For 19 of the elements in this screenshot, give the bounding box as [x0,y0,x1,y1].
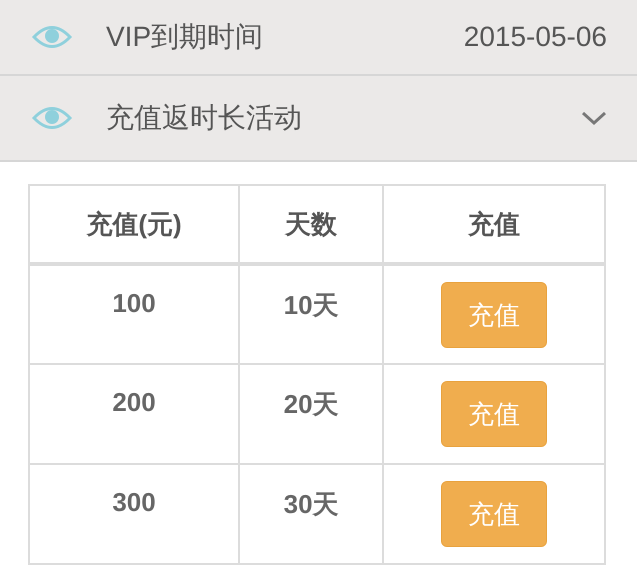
amount-text: 100 [112,288,156,318]
promotion-header[interactable]: 充值返时长活动 [0,76,637,162]
days-text: 20天 [284,389,339,419]
eye-icon [32,105,72,131]
promotion-label: 充值返时长活动 [106,101,303,135]
eye-icon [32,24,72,50]
recharge-button[interactable]: 充值 [441,282,548,348]
days-text: 10天 [284,290,339,320]
info-value: 2015-05-06 [464,21,607,53]
days-text: 30天 [284,489,339,519]
column-header: 充值(元) [29,185,240,264]
amount-text: 200 [112,387,156,417]
info-label: VIP到期时间 [106,20,264,54]
column-header: 天数 [239,185,384,264]
amount-text: 300 [112,487,156,517]
column-header: 充值 [383,185,605,264]
recharge-button[interactable]: 充值 [441,381,548,447]
recharge-button[interactable]: 充值 [441,481,548,547]
chevron-icon[interactable] [581,110,607,126]
